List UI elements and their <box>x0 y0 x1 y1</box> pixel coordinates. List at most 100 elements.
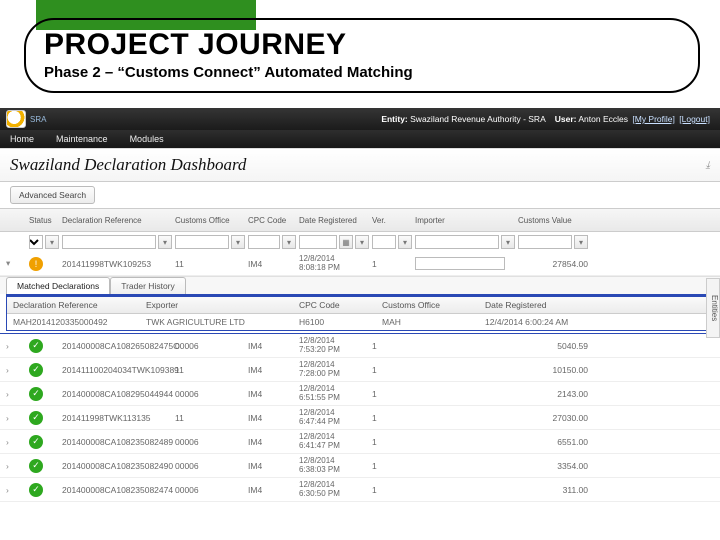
filter-icon[interactable]: ▾ <box>501 235 515 249</box>
entity-value: Swaziland Revenue Authority - SRA <box>410 114 545 124</box>
cell-declref: 201400008CA108235082489 <box>62 437 172 447</box>
dcell-cpc: H6100 <box>299 317 379 327</box>
dcol-date[interactable]: Date Registered <box>485 300 585 310</box>
advanced-search-button[interactable]: Advanced Search <box>10 186 95 204</box>
cell-date: 12/8/20147:53:20 PM <box>299 337 369 354</box>
cell-value: 3354.00 <box>518 461 588 471</box>
toolbar: Advanced Search <box>0 182 720 208</box>
importer-input[interactable] <box>415 257 505 270</box>
col-cpc[interactable]: CPC Code <box>248 216 296 225</box>
status-ok-icon: ✓ <box>29 387 43 401</box>
col-date[interactable]: Date Registered <box>299 216 369 225</box>
menu-maintenance[interactable]: Maintenance <box>56 134 108 144</box>
col-office[interactable]: Customs Office <box>175 216 245 225</box>
col-importer[interactable]: Importer <box>415 216 515 225</box>
filter-importer[interactable] <box>415 235 499 249</box>
my-profile-link[interactable]: [My Profile] <box>632 114 675 124</box>
dcell-date: 12/4/2014 6:00:24 AM <box>485 317 585 327</box>
table-row[interactable]: ›✓201411998TWK11313511IM412/8/20146:47:4… <box>0 406 720 430</box>
cell-value: 6551.00 <box>518 437 588 447</box>
table-row[interactable]: ▾ ! 201411998TWK109253 11 IM4 12/8/20148… <box>0 252 720 276</box>
cell-declref: 201400008CA108295044944 <box>62 389 172 399</box>
status-ok-icon: ✓ <box>29 339 43 353</box>
expand-icon[interactable]: › <box>6 437 26 447</box>
grid-filter-row: ▾ ▾ ▾ ▾ ▦▾ ▾ ▾ ▾ <box>0 232 720 252</box>
cell-office: 11 <box>175 365 245 375</box>
brand: SRA <box>6 110 46 128</box>
export-icon[interactable]: ⤓ <box>706 160 710 171</box>
filter-icon[interactable]: ▾ <box>574 235 588 249</box>
cell-date: 12/8/20148:08:18 PM <box>299 255 369 272</box>
filter-declref[interactable] <box>62 235 156 249</box>
dcol-cpc[interactable]: CPC Code <box>299 300 379 310</box>
col-value[interactable]: Customs Value <box>518 216 588 225</box>
menu-home[interactable]: Home <box>10 134 34 144</box>
tab-matched-declarations[interactable]: Matched Declarations <box>6 277 110 294</box>
calendar-icon[interactable]: ▦ <box>339 235 353 249</box>
table-row[interactable]: ›✓201400008CA10823508247400006IM412/8/20… <box>0 478 720 502</box>
dashboard-title-bar: Swaziland Declaration Dashboard ⤓ <box>0 148 720 182</box>
expand-icon[interactable]: › <box>6 341 26 351</box>
cell-ver: 1 <box>372 389 412 399</box>
filter-icon[interactable]: ▾ <box>231 235 245 249</box>
filter-icon[interactable]: ▾ <box>355 235 369 249</box>
expand-icon[interactable]: › <box>6 413 26 423</box>
cell-ver: 1 <box>372 413 412 423</box>
cell-cpc: IM4 <box>248 485 296 495</box>
dcol-declref[interactable]: Declaration Reference <box>13 300 143 310</box>
filter-date[interactable] <box>299 235 337 249</box>
cell-office: 11 <box>175 413 245 423</box>
brand-logo-icon <box>6 110 26 128</box>
filter-cpc[interactable] <box>248 235 280 249</box>
expand-icon[interactable]: › <box>6 365 26 375</box>
user-label: User: <box>555 114 577 124</box>
menu-modules[interactable]: Modules <box>130 134 164 144</box>
dcell-exporter: TWK AGRICULTURE LTD <box>146 317 296 327</box>
collapse-icon[interactable]: ▾ <box>6 258 26 269</box>
table-row[interactable]: ›✓201400008CA108265082475O00006IM412/8/2… <box>0 334 720 358</box>
dcol-office[interactable]: Customs Office <box>382 300 482 310</box>
dcol-exporter[interactable]: Exporter <box>146 300 296 310</box>
menubar: Home Maintenance Modules <box>0 130 720 148</box>
table-row[interactable]: ›✓201400008CA10823508248900006IM412/8/20… <box>0 430 720 454</box>
expand-icon[interactable]: › <box>6 461 26 471</box>
expand-icon[interactable]: › <box>6 485 26 495</box>
expand-icon[interactable]: › <box>6 389 26 399</box>
cell-ver: 1 <box>372 437 412 447</box>
filter-office[interactable] <box>175 235 229 249</box>
filter-icon[interactable]: ▾ <box>282 235 296 249</box>
logout-link[interactable]: [Logout] <box>679 114 710 124</box>
dashboard-title: Swaziland Declaration Dashboard <box>10 155 246 175</box>
cell-value: 27030.00 <box>518 413 588 423</box>
filter-icon[interactable]: ▾ <box>158 235 172 249</box>
filter-ver[interactable] <box>372 235 396 249</box>
col-status[interactable]: Status <box>29 216 59 225</box>
filter-icon[interactable]: ▾ <box>398 235 412 249</box>
table-row[interactable]: ›✓201411100204034TWK10938911IM412/8/2014… <box>0 358 720 382</box>
table-row[interactable]: ›✓201400008CA10829504494400006IM412/8/20… <box>0 382 720 406</box>
slide-title: PROJECT JOURNEY <box>44 28 680 62</box>
col-ver[interactable]: Ver. <box>372 216 412 225</box>
topbar: SRA Entity: Swaziland Revenue Authority … <box>0 108 720 130</box>
cell-office: 00006 <box>175 485 245 495</box>
cell-declref: 201411998TWK109253 <box>62 259 172 269</box>
dcell-office: MAH <box>382 317 482 327</box>
cell-ver: 1 <box>372 365 412 375</box>
col-declref[interactable]: Declaration Reference <box>62 216 172 225</box>
filter-status[interactable] <box>29 235 43 249</box>
cell-value: 311.00 <box>518 485 588 495</box>
table-row[interactable]: ›✓201400008CA10823508249000006IM412/8/20… <box>0 454 720 478</box>
side-tab-entities[interactable]: Entities <box>706 278 720 338</box>
status-ok-icon: ✓ <box>29 363 43 377</box>
slide-title-frame: PROJECT JOURNEY Phase 2 – “Customs Conne… <box>24 18 700 93</box>
cell-office: 00006 <box>175 437 245 447</box>
tab-trader-history[interactable]: Trader History <box>110 277 186 294</box>
cell-office: 00006 <box>175 461 245 471</box>
cell-cpc: IM4 <box>248 461 296 471</box>
cell-office: 00006 <box>175 389 245 399</box>
filter-icon[interactable]: ▾ <box>45 235 59 249</box>
grid-header: Status Declaration Reference Customs Off… <box>0 208 720 232</box>
detail-row[interactable]: MAH2014120335000492 TWK AGRICULTURE LTD … <box>7 314 713 330</box>
filter-value[interactable] <box>518 235 572 249</box>
cell-declref: 201400008CA108235082490 <box>62 461 172 471</box>
